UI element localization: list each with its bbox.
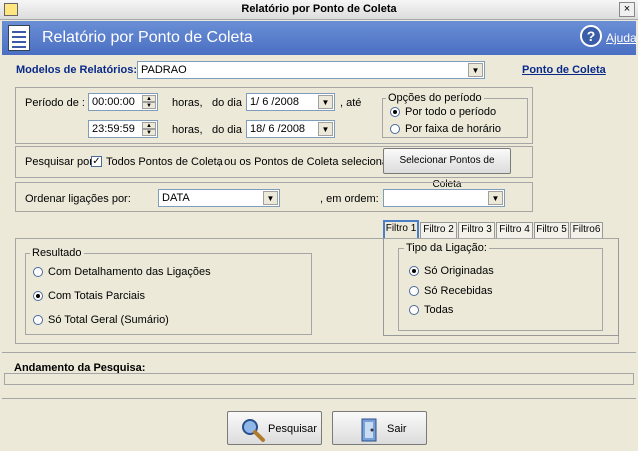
hours-label: horas, <box>172 124 203 136</box>
tab-filtro-3[interactable]: Filtro 3 <box>458 222 495 238</box>
divider <box>2 352 636 353</box>
only-received-radio[interactable] <box>409 286 419 296</box>
period-all-label: Por todo o período <box>405 106 497 118</box>
models-select[interactable]: PADRAO ▼ <box>137 61 485 79</box>
chevron-down-icon[interactable]: ▼ <box>488 191 503 205</box>
spin-down-icon[interactable]: ▼ <box>142 129 156 136</box>
result-total-label: Só Total Geral (Sumário) <box>48 314 169 326</box>
result-detail-radio[interactable] <box>33 267 43 277</box>
tab-filtro-1[interactable]: Filtro 1 <box>383 220 419 238</box>
chevron-down-icon[interactable]: ▼ <box>318 95 333 109</box>
tab-filtro-5[interactable]: Filtro 5 <box>534 222 569 238</box>
search-label: Pesquisar por: <box>25 156 96 168</box>
models-label: Modelos de Relatórios: <box>16 64 138 76</box>
chevron-down-icon[interactable]: ▼ <box>468 63 483 77</box>
chevron-down-icon[interactable]: ▼ <box>318 122 333 136</box>
end-date-picker[interactable]: 18/ 6 /2008 ▼ <box>246 120 335 138</box>
tab-filtro-2[interactable]: Filtro 2 <box>420 222 457 238</box>
only-originated-label: Só Originadas <box>424 265 494 277</box>
period-options-title: Opções do período <box>386 92 484 104</box>
exit-door-icon <box>361 418 377 442</box>
period-range-radio[interactable] <box>390 124 400 134</box>
result-partial-radio[interactable] <box>33 291 43 301</box>
or-selected-label: , ou os Pontos de Coleta selecionados: <box>218 156 409 168</box>
report-document-icon <box>8 25 30 51</box>
search-button[interactable]: Pesquisar <box>227 411 322 445</box>
start-date-picker[interactable]: 1/ 6 /2008 ▼ <box>246 93 335 111</box>
call-type-title: Tipo da Ligação: <box>404 242 489 254</box>
window-titlebar: Relatório por Ponto de Coleta × <box>0 0 638 20</box>
order-select[interactable]: DATA ▼ <box>158 189 280 207</box>
end-time-value: 23:59:59 <box>92 123 135 135</box>
models-select-value: PADRAO <box>141 64 187 76</box>
in-order-label: , em ordem: <box>320 193 379 205</box>
period-all-radio[interactable] <box>390 107 400 117</box>
hours-label: horas, <box>172 97 203 109</box>
day-label: do dia <box>212 124 242 136</box>
header-banner: Relatório por Ponto de Coleta ? Ajuda <box>2 21 637 55</box>
start-time-value: 00:00:00 <box>92 96 135 108</box>
order-label: Ordenar ligações por: <box>25 193 131 205</box>
order-select-value: DATA <box>162 192 190 204</box>
in-order-select[interactable]: ▼ <box>383 189 505 207</box>
window-title: Relatório por Ponto de Coleta <box>241 3 397 15</box>
tab-filtro-4[interactable]: Filtro 4 <box>496 222 533 238</box>
start-date-value: 1/ 6 /2008 <box>250 96 299 108</box>
search-button-label: Pesquisar <box>268 423 317 435</box>
result-title: Resultado <box>30 247 84 259</box>
result-partial-label: Com Totais Parciais <box>48 290 145 302</box>
only-originated-radio[interactable] <box>409 266 419 276</box>
end-date-value: 18/ 6 /2008 <box>250 123 306 135</box>
all-calls-label: Todas <box>424 304 454 316</box>
start-time-input[interactable]: 00:00:00 ▲ ▼ <box>88 93 158 111</box>
all-points-label: Todos Pontos de Coleta <box>106 156 223 168</box>
help-link[interactable]: Ajuda <box>606 31 637 45</box>
spin-up-icon[interactable]: ▲ <box>142 95 156 102</box>
exit-button[interactable]: Sair <box>332 411 427 445</box>
collection-point-link[interactable]: Ponto de Coleta <box>522 64 606 76</box>
until-label: , até <box>340 97 362 109</box>
tab-filtro-6[interactable]: Filtro6 <box>570 222 603 238</box>
spin-up-icon[interactable]: ▲ <box>142 122 156 129</box>
divider <box>2 398 636 399</box>
period-label: Período de : <box>25 97 85 109</box>
end-time-input[interactable]: 23:59:59 ▲ ▼ <box>88 120 158 138</box>
magnifier-icon <box>242 419 265 442</box>
select-points-button[interactable]: Selecionar Pontos de Coleta <box>383 148 511 190</box>
page-title: Relatório por Ponto de Coleta <box>42 29 253 46</box>
day-label: do dia <box>212 97 242 109</box>
chevron-down-icon[interactable]: ▼ <box>263 191 278 205</box>
result-detail-label: Com Detalhamento das Ligações <box>48 266 211 278</box>
only-received-label: Só Recebidas <box>424 285 493 297</box>
spin-down-icon[interactable]: ▼ <box>142 102 156 109</box>
result-total-radio[interactable] <box>33 315 43 325</box>
exit-button-label: Sair <box>387 423 407 435</box>
all-points-checkbox[interactable]: ✓ <box>91 156 102 167</box>
close-button[interactable]: × <box>619 2 635 17</box>
all-calls-radio[interactable] <box>409 305 419 315</box>
period-range-label: Por faixa de horário <box>405 123 501 135</box>
progress-bar <box>4 373 634 385</box>
help-icon[interactable]: ? <box>580 25 602 47</box>
